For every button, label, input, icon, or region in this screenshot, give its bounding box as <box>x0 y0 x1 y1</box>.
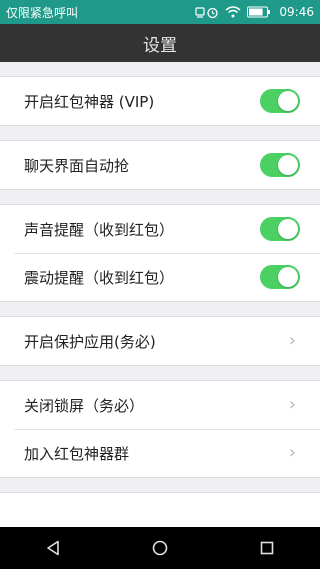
setting-row-enable-vip[interactable]: 开启红包神器 (VIP) <box>0 77 320 125</box>
setting-label: 声音提醒（收到红包） <box>24 220 175 239</box>
settings-group-lockscreen: 关闭锁屏（务必） › 加入红包神器群 › <box>0 380 320 478</box>
chevron-right-icon: › <box>288 330 296 351</box>
clock: 09:46 <box>279 5 314 19</box>
settings-group-vip: 开启红包神器 (VIP) <box>0 76 320 126</box>
vibrate-alert-toggle[interactable] <box>260 265 300 289</box>
setting-row-sound-alert[interactable]: 声音提醒（收到红包） <box>0 205 320 253</box>
toggle-knob <box>278 219 298 239</box>
wifi-icon <box>225 6 241 18</box>
back-icon <box>47 540 60 556</box>
battery-fill <box>249 8 264 16</box>
setting-row-vibrate-alert[interactable]: 震动提醒（收到红包） <box>0 253 320 301</box>
notification-icon <box>194 6 206 18</box>
status-bar: 仅限紧急呼叫 09:46 <box>0 0 320 24</box>
setting-label: 关闭锁屏（务必） <box>24 396 145 415</box>
toggle-knob <box>278 155 298 175</box>
settings-group-chat: 聊天界面自动抢 <box>0 140 320 190</box>
settings-group-alerts: 声音提醒（收到红包） 震动提醒（收到红包） <box>0 204 320 302</box>
back-button[interactable] <box>28 527 78 569</box>
home-icon <box>152 540 168 556</box>
setting-label: 开启红包神器 (VIP) <box>24 92 155 111</box>
setting-label: 聊天界面自动抢 <box>24 156 130 175</box>
title-bar: 设置 <box>0 24 320 62</box>
settings-list: 开启红包神器 (VIP) 聊天界面自动抢 声音提醒（收到红包） 震动提醒（收到红… <box>0 62 320 527</box>
setting-row-join-group[interactable]: 加入红包神器群 › <box>0 429 320 477</box>
setting-label: 加入红包神器群 <box>24 444 130 463</box>
setting-row-chat-auto-grab[interactable]: 聊天界面自动抢 <box>0 141 320 189</box>
settings-group-protect: 开启保护应用(务必) › <box>0 316 320 366</box>
navigation-bar <box>0 527 320 569</box>
home-button[interactable] <box>135 527 185 569</box>
enable-vip-toggle[interactable] <box>260 89 300 113</box>
chevron-right-icon: › <box>288 394 296 415</box>
alarm-icon <box>206 6 219 19</box>
page-title: 设置 <box>143 35 177 56</box>
battery-icon <box>247 6 271 18</box>
recents-icon <box>260 541 273 555</box>
chat-auto-grab-toggle[interactable] <box>260 153 300 177</box>
settings-group-next <box>0 492 320 527</box>
chevron-right-icon: › <box>288 442 296 463</box>
setting-row-partial[interactable] <box>0 493 320 527</box>
setting-label: 震动提醒（收到红包） <box>24 268 175 287</box>
toggle-knob <box>278 267 298 287</box>
setting-row-protect-app[interactable]: 开启保护应用(务必) › <box>0 317 320 365</box>
toggle-knob <box>278 91 298 111</box>
sound-alert-toggle[interactable] <box>260 217 300 241</box>
recents-button[interactable] <box>242 527 292 569</box>
setting-row-disable-lockscreen[interactable]: 关闭锁屏（务必） › <box>0 381 320 429</box>
setting-label: 开启保护应用(务必) <box>24 332 156 351</box>
